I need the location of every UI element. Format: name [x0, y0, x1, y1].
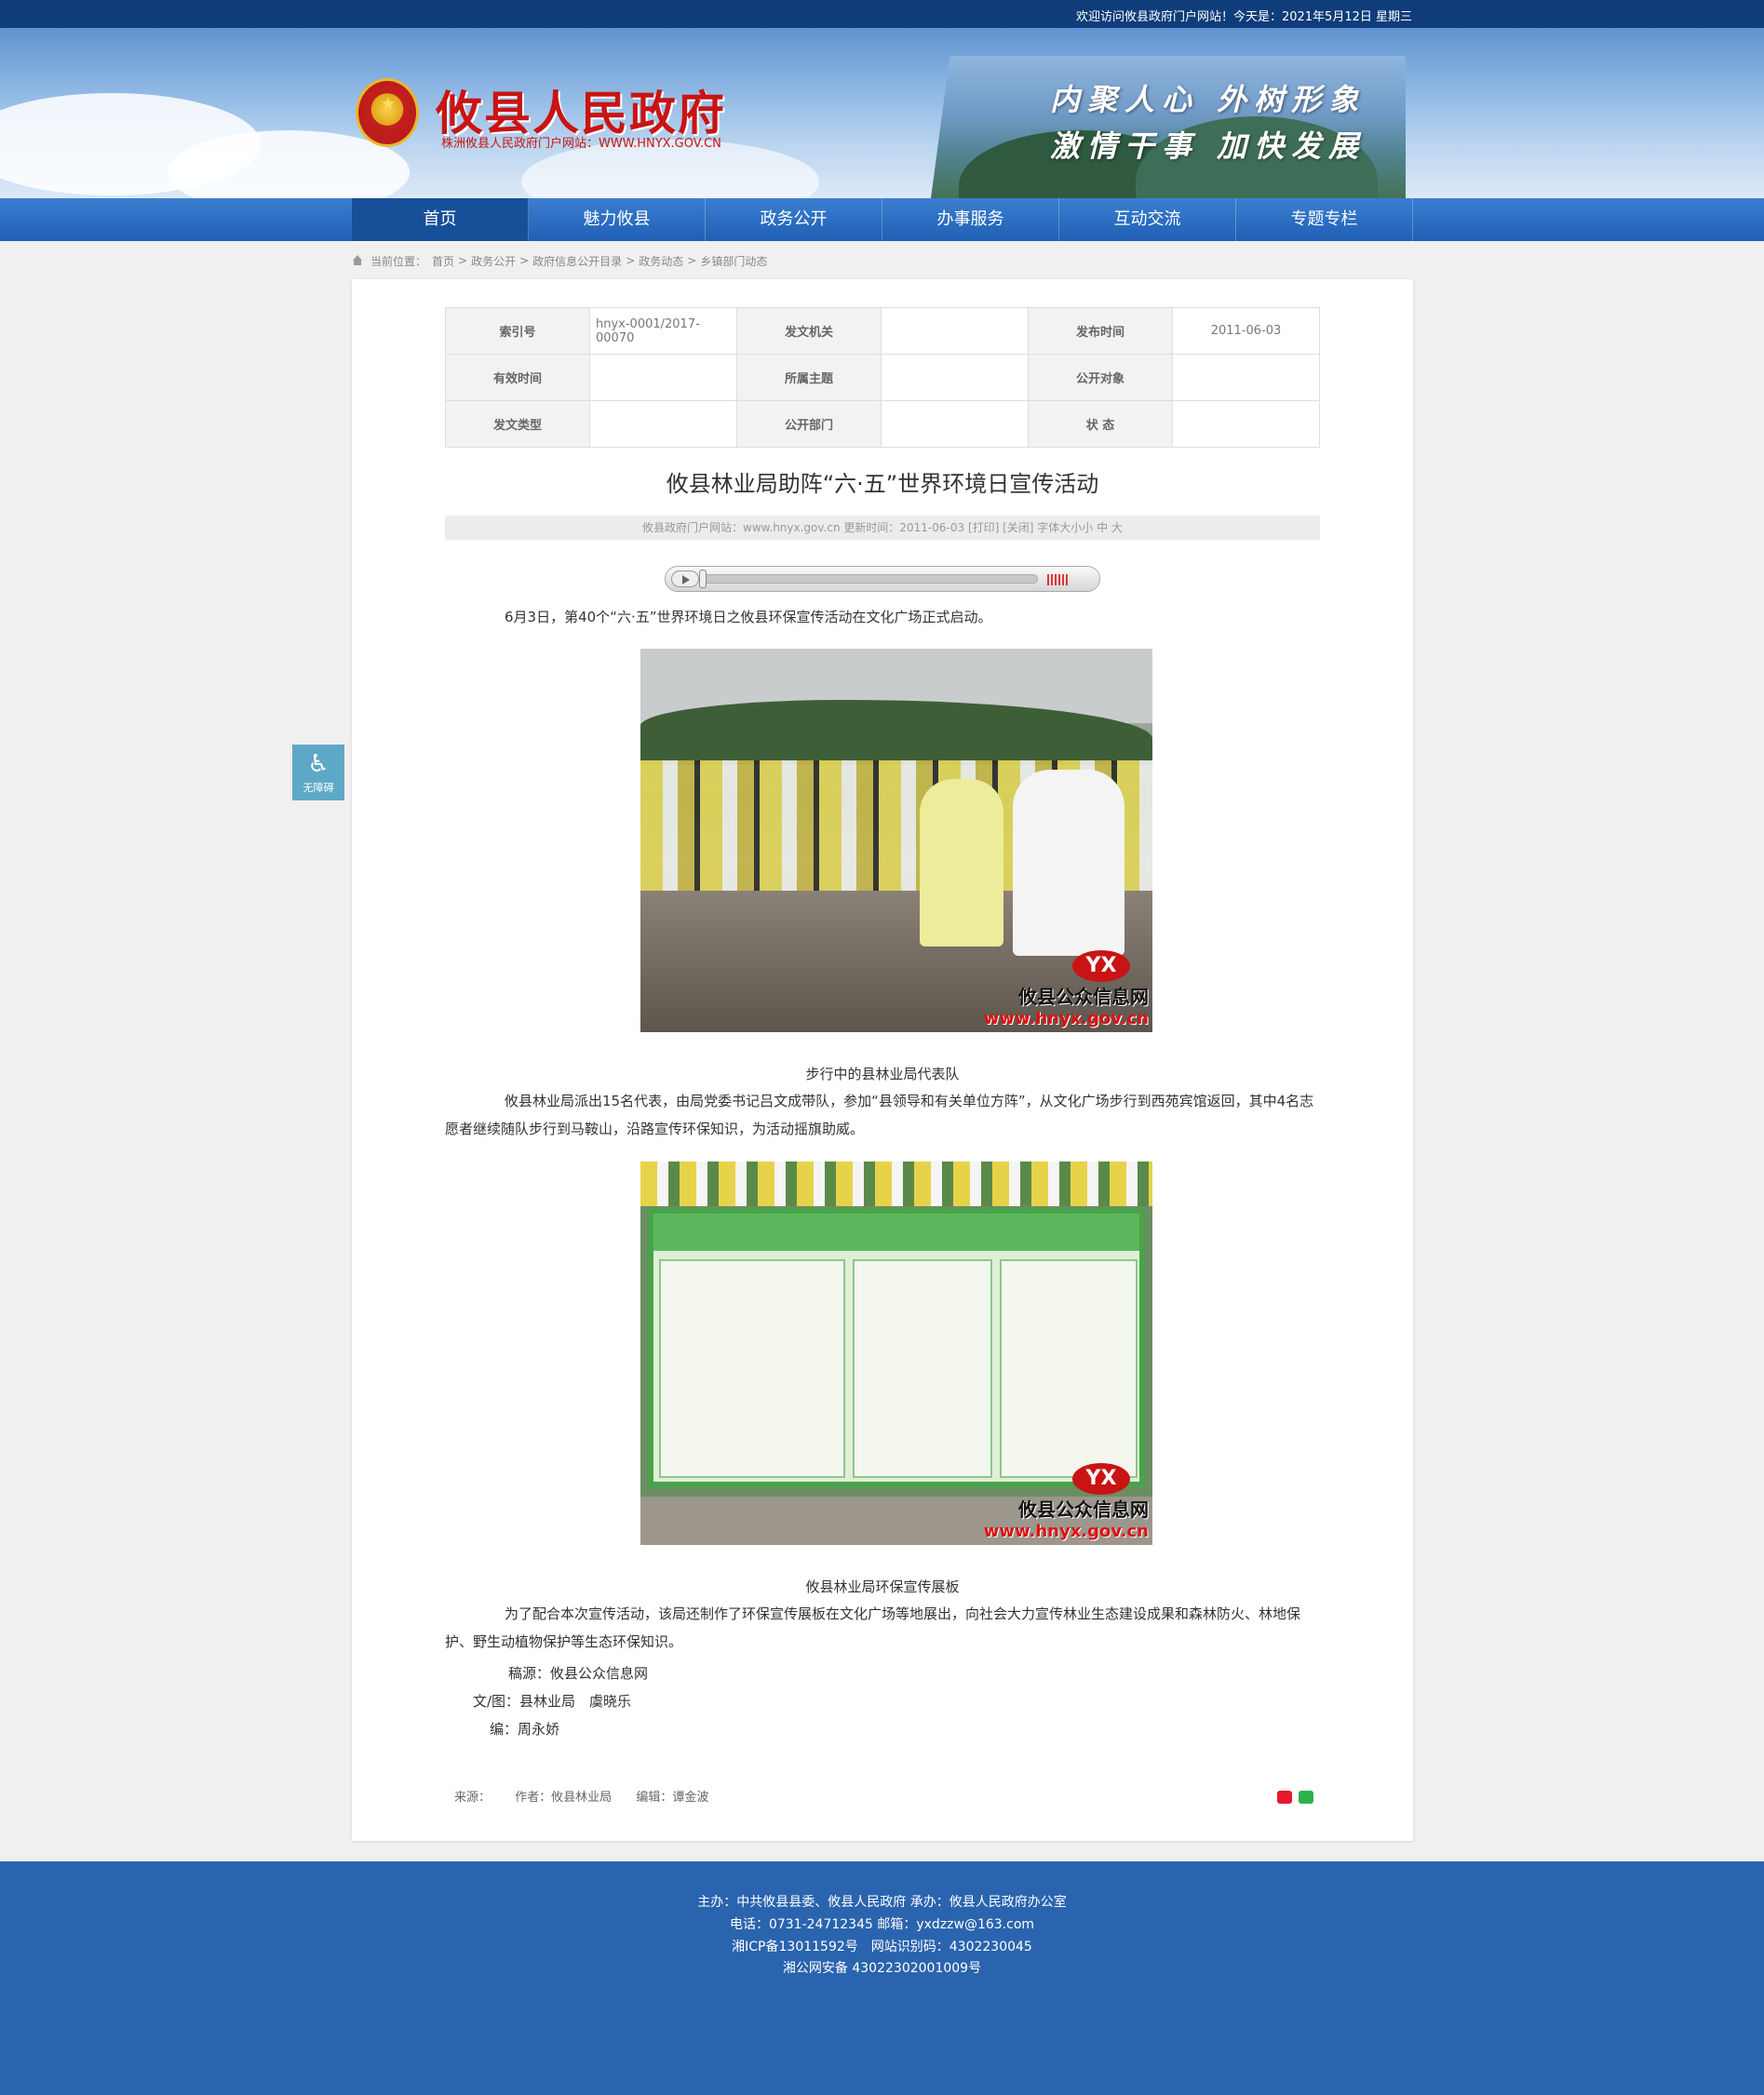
slogan-line-2: 激情干事 加快发展: [1050, 128, 1367, 164]
info-disclosure-table: 索引号 hnyx-0001/2017-00070 发文机关 发布时间 2011-…: [445, 307, 1320, 448]
table-row: 发文类型 公开部门 状 态: [445, 400, 1320, 448]
breadcrumb-separator: >: [626, 254, 636, 267]
article-footer-editor: 编辑：谭金波: [636, 1791, 709, 1805]
watermark: YX 攸县公众信息网 www.hnyx.gov.cn: [984, 1463, 1149, 1541]
article-paragraph: 攸县林业局派出15名代表，由局党委书记吕文成带队，参加“县领导和有关单位方阵”，…: [445, 1093, 1314, 1137]
meta-value-valid-time: [589, 354, 737, 401]
meta-value-publish-date: 2011-06-03: [1172, 307, 1320, 355]
article-paragraph: 为了配合本次宣传活动，该局还制作了环保宣传展板在文化广场等地展出，向社会大力宣传…: [445, 1605, 1301, 1650]
meta-label-issuer: 发文机关: [736, 307, 882, 355]
breadcrumb-link-township-news[interactable]: 乡镇部门动态: [700, 253, 767, 269]
nav-item-home[interactable]: 首页: [352, 198, 529, 241]
nav-item-charm[interactable]: 魅力攸县: [529, 198, 706, 241]
meta-label-topic: 所属主题: [736, 354, 882, 401]
home-icon: [352, 255, 363, 266]
article-author-line: 文/图：县林业局 虞晓乐: [473, 1693, 632, 1710]
volume-icon[interactable]: [1047, 574, 1070, 585]
meta-label-publish-date: 发布时间: [1028, 307, 1173, 355]
footer-sponsor: 主办：中共攸县县委、攸县人民政府 承办：攸县人民政府办公室: [697, 1895, 1067, 1910]
audio-progress-track[interactable]: [703, 574, 1038, 584]
watermark-url: www.hnyx.gov.cn: [983, 1522, 1149, 1541]
watermark-url: www.hnyx.gov.cn: [983, 1009, 1149, 1028]
weibo-icon[interactable]: [1277, 1791, 1292, 1804]
site-footer: 主办：中共攸县县委、攸县人民政府 承办：攸县人民政府办公室 电话：0731-24…: [0, 1861, 1764, 2095]
article-footer-author: 作者：攸县林业局: [515, 1791, 613, 1805]
article-photo-exhibition-board: YX 攸县公众信息网 www.hnyx.gov.cn: [640, 1162, 1152, 1545]
meta-label-department: 公开部门: [736, 400, 882, 448]
breadcrumb-separator: >: [519, 254, 530, 267]
national-emblem-icon: ★: [356, 78, 419, 147]
photo-caption: 攸县林业局环保宣传展板: [805, 1578, 960, 1595]
meta-label-doc-type: 发文类型: [445, 400, 590, 448]
breadcrumb-separator: >: [458, 254, 468, 267]
meta-value-status: [1172, 400, 1320, 448]
watermark-logo: YX: [1072, 1463, 1130, 1495]
table-row: 有效时间 所属主题 公开对象: [445, 354, 1320, 401]
article-title: 攸县林业局助阵“六·五”世界环境日宣传活动: [666, 471, 1099, 497]
top-bar: 欢迎访问攸县政府门户网站！今天是：2021年5月12日 星期三: [0, 0, 1764, 28]
meta-value-index: hnyx-0001/2017-00070: [589, 307, 737, 355]
breadcrumb-prefix: 当前位置：: [370, 254, 427, 268]
audio-progress-handle[interactable]: [699, 570, 707, 588]
photo-caption: 步行中的县林业局代表队: [805, 1066, 960, 1082]
meta-label-status: 状 态: [1028, 400, 1173, 448]
meta-value-issuer: [881, 307, 1029, 355]
footer-police-record[interactable]: 湘公网安备 43022302001009号: [0, 1958, 1764, 1977]
meta-value-audience: [1172, 354, 1320, 401]
breadcrumb: 当前位置： 首页 > 政务公开 > 政府信息公开目录 > 政务动态 > 乡镇部门…: [352, 253, 767, 268]
article-editor-line: 编：周永娇: [490, 1721, 560, 1738]
site-subtitle: 株洲攸县人民政府门户网站：WWW.HNYX.GOV.CN: [441, 137, 721, 151]
accessibility-label: 无障碍: [303, 782, 334, 794]
breadcrumb-link-government-affairs[interactable]: 政务公开: [471, 253, 516, 269]
slogan-line-1: 内聚人心 外树形象: [1050, 82, 1367, 117]
nav-item-government-affairs[interactable]: 政务公开: [706, 198, 882, 241]
breadcrumb-link-news[interactable]: 政务动态: [639, 253, 683, 269]
wheelchair-icon: ♿: [307, 750, 330, 778]
meta-label-index: 索引号: [445, 307, 590, 355]
breadcrumb-link-info-catalog[interactable]: 政府信息公开目录: [532, 253, 622, 269]
nav-item-services[interactable]: 办事服务: [882, 198, 1059, 241]
watermark-logo: YX: [1072, 950, 1130, 982]
breadcrumb-separator: >: [687, 254, 697, 267]
watermark-name: 攸县公众信息网: [1018, 1498, 1149, 1521]
table-row: 索引号 hnyx-0001/2017-00070 发文机关 发布时间 2011-…: [445, 307, 1320, 355]
meta-value-topic: [881, 354, 1029, 401]
article-photo-marching: YX 攸县公众信息网 www.hnyx.gov.cn: [640, 649, 1152, 1032]
article-footer-meta: 来源： 作者：攸县林业局 编辑：谭金波: [454, 1787, 729, 1805]
watermark-name: 攸县公众信息网: [1018, 986, 1149, 1008]
article-card: 索引号 hnyx-0001/2017-00070 发文机关 发布时间 2011-…: [352, 279, 1413, 1841]
meta-value-doc-type: [589, 400, 737, 448]
nav-item-special-topics[interactable]: 专题专栏: [1236, 198, 1413, 241]
play-icon[interactable]: [671, 571, 699, 587]
main-nav: 首页 魅力攸县 政务公开 办事服务 互动交流 专题专栏: [0, 198, 1764, 241]
accessibility-button[interactable]: ♿ 无障碍: [292, 745, 344, 800]
footer-icp[interactable]: 湘ICP备13011592号 网站识别码：4302230045: [0, 1937, 1764, 1955]
article-footer-source: 来源：: [454, 1791, 491, 1805]
meta-label-valid-time: 有效时间: [445, 354, 590, 401]
footer-contact: 电话：0731-24712345 邮箱：yxdzzw@163.com: [729, 1917, 1035, 1932]
nav-item-interaction[interactable]: 互动交流: [1059, 198, 1236, 241]
audio-player: [665, 566, 1100, 592]
meta-label-audience: 公开对象: [1028, 354, 1173, 401]
wechat-icon[interactable]: [1299, 1791, 1313, 1804]
article-source-line: 稿源：攸县公众信息网: [508, 1665, 649, 1682]
breadcrumb-link-home[interactable]: 首页: [432, 253, 454, 269]
welcome-text: 欢迎访问攸县政府门户网站！今天是：2021年5月12日 星期三: [1075, 10, 1412, 24]
article-paragraph: 6月3日，第40个“六·五”世界环境日之攸县环保宣传活动在文化广场正式启动。: [505, 609, 992, 625]
meta-value-department: [881, 400, 1029, 448]
header-banner: ★ 攸县人民政府 株洲攸县人民政府门户网站：WWW.HNYX.GOV.CN 内聚…: [0, 28, 1764, 198]
article-info-bar: 攸县政府门户网站：www.hnyx.gov.cn 更新时间：2011-06-03…: [445, 516, 1320, 540]
watermark: YX 攸县公众信息网 www.hnyx.gov.cn: [984, 950, 1149, 1028]
